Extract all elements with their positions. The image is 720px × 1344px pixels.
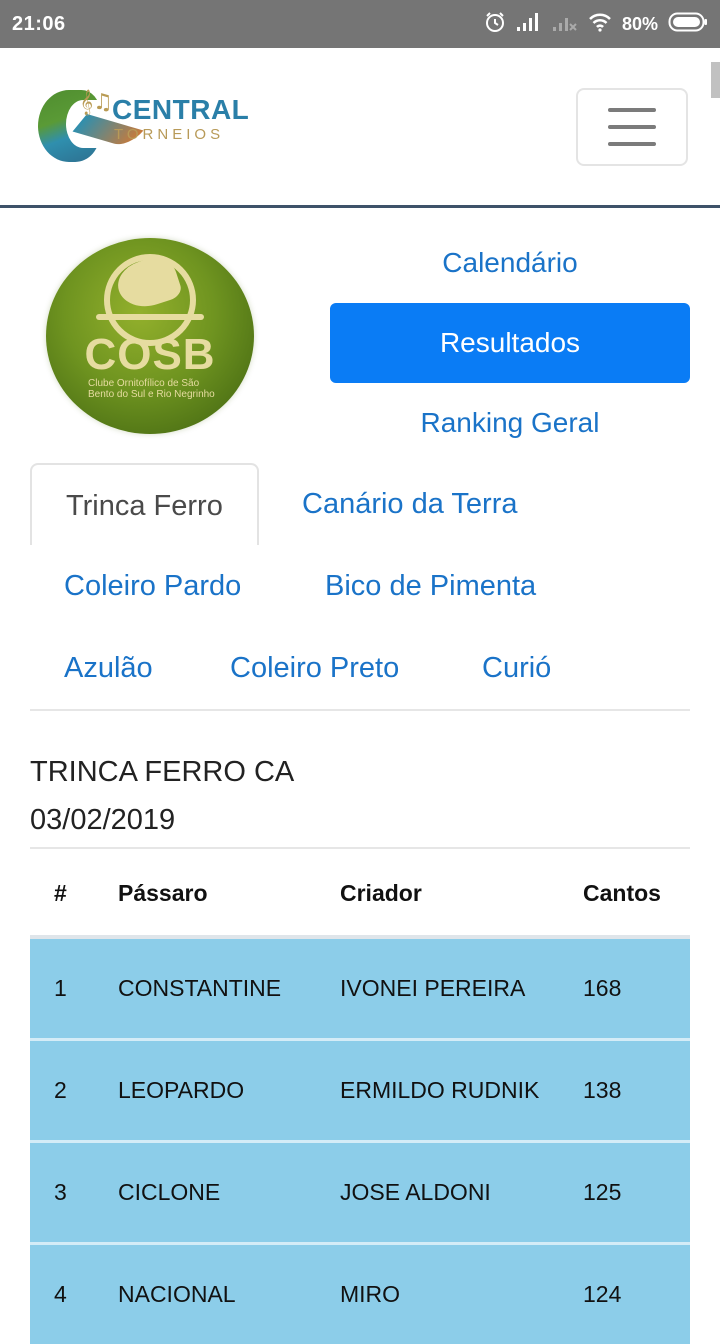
signal-no-sim-icon [552, 12, 578, 37]
cell-breeder: JOSE ALDONI [340, 1142, 583, 1244]
battery-icon [668, 11, 708, 38]
species-tabs: Trinca Ferro Canário da Terra Coleiro Pa… [30, 463, 690, 711]
cell-songs: 125 [583, 1142, 690, 1244]
club-logo: COSB Clube Ornitofílico de São Bento do … [46, 238, 254, 434]
menu-toggle-button[interactable] [576, 88, 688, 166]
perch-icon [96, 314, 204, 320]
tab-bico-de-pimenta[interactable]: Bico de Pimenta [291, 545, 570, 627]
cell-bird: NACIONAL [118, 1244, 340, 1344]
central-torneios-logo[interactable]: 𝄞♫ CENTRAL TORNEIOS [38, 88, 248, 166]
logo-text-torneios: TORNEIOS [114, 126, 224, 143]
cell-breeder: ERMILDO RUDNIK [340, 1040, 583, 1142]
club-acronym: COSB [46, 330, 254, 380]
club-nav: Calendário Resultados Ranking Geral [330, 240, 690, 446]
table-row: 3 CICLONE JOSE ALDONI 125 [30, 1142, 690, 1244]
nav-resultados[interactable]: Resultados [330, 303, 690, 383]
logo-text-central: CENTRAL [112, 94, 249, 126]
music-notes-icon: 𝄞♫ [80, 90, 113, 115]
hamburger-menu-icon-line [608, 108, 656, 112]
tab-azulao[interactable]: Azulão [30, 627, 187, 709]
tab-coleiro-pardo[interactable]: Coleiro Pardo [30, 545, 275, 627]
col-breeder: Criador [340, 849, 583, 937]
alarm-icon [484, 11, 506, 38]
cell-bird: CONSTANTINE [118, 937, 340, 1040]
nav-calendario[interactable]: Calendário [330, 240, 690, 286]
wifi-icon [588, 12, 612, 37]
col-songs: Cantos [583, 849, 690, 937]
club-full-name: Clube Ornitofílico de São Bento do Sul e… [88, 378, 218, 400]
table-header-row: # Pássaro Criador Cantos [30, 849, 690, 937]
table-row: 1 CONSTANTINE IVONEI PEREIRA 168 [30, 937, 690, 1040]
nav-ranking-geral[interactable]: Ranking Geral [330, 400, 690, 446]
battery-percent: 80% [622, 14, 658, 35]
tab-curio[interactable]: Curió [448, 627, 585, 709]
col-bird: Pássaro [118, 849, 340, 937]
cell-breeder: IVONEI PEREIRA [340, 937, 583, 1040]
results-title: TRINCA FERRO CA [30, 756, 294, 789]
status-bar: 21:06 80% [0, 0, 720, 48]
signal-icon [516, 12, 542, 37]
hamburger-menu-icon-line [608, 142, 656, 146]
cell-bird: LEOPARDO [118, 1040, 340, 1142]
results-date: 03/02/2019 [30, 804, 175, 837]
cell-breeder: MIRO [340, 1244, 583, 1344]
cell-songs: 124 [583, 1244, 690, 1344]
cell-bird: CICLONE [118, 1142, 340, 1244]
status-time: 21:06 [12, 13, 66, 36]
cell-position: 2 [30, 1040, 118, 1142]
cell-position: 4 [30, 1244, 118, 1344]
hamburger-menu-icon-line [608, 125, 656, 129]
tab-canario-da-terra[interactable]: Canário da Terra [268, 463, 551, 545]
table-row: 2 LEOPARDO ERMILDO RUDNIK 138 [30, 1040, 690, 1142]
site-header: 𝄞♫ CENTRAL TORNEIOS [0, 48, 720, 208]
table-row: 4 NACIONAL MIRO 124 [30, 1244, 690, 1344]
col-position: # [30, 849, 118, 937]
cell-position: 3 [30, 1142, 118, 1244]
cell-position: 1 [30, 937, 118, 1040]
results-table: # Pássaro Criador Cantos 1 CONSTANTINE I… [30, 847, 690, 1344]
tab-trinca-ferro[interactable]: Trinca Ferro [30, 463, 259, 545]
status-icons: 80% [484, 11, 708, 38]
cell-songs: 138 [583, 1040, 690, 1142]
tab-coleiro-preto[interactable]: Coleiro Preto [196, 627, 433, 709]
page-scrollbar[interactable] [711, 62, 720, 98]
cell-songs: 168 [583, 937, 690, 1040]
